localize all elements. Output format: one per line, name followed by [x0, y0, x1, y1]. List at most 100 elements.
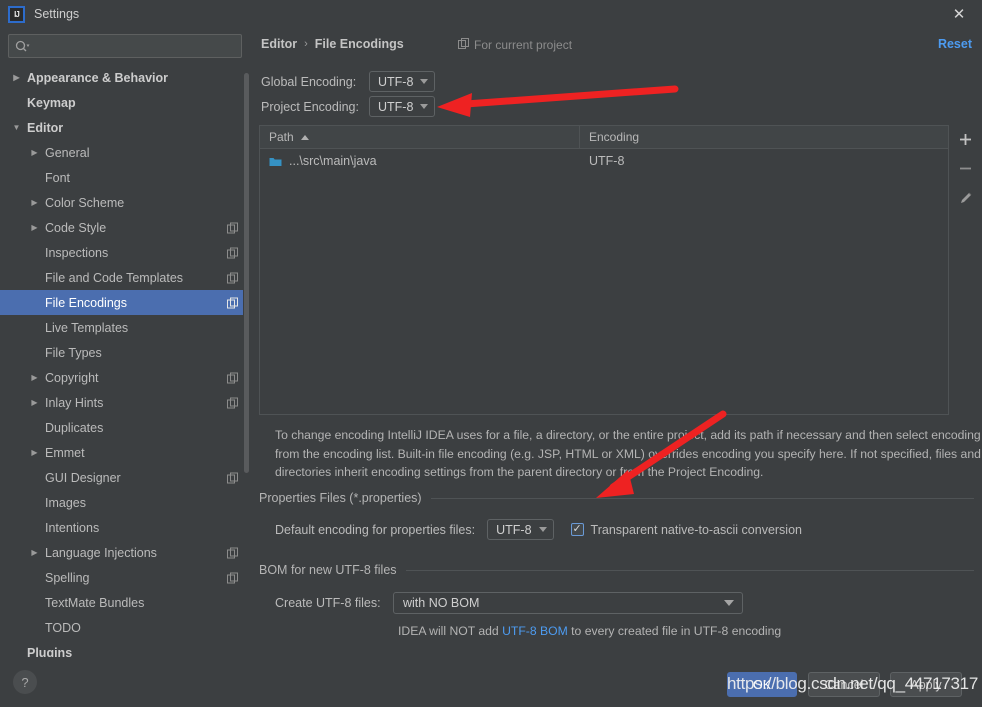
chevron-down-icon[interactable]: ▼: [10, 123, 23, 132]
sidebar-item-appearance-behavior[interactable]: ▶ Appearance & Behavior: [0, 65, 250, 90]
breadcrumb: Editor › File Encodings: [261, 37, 404, 51]
default-properties-encoding-label: Default encoding for properties files:: [275, 522, 476, 537]
create-utf8-files-label: Create UTF-8 files:: [275, 596, 381, 610]
sidebar-item-file-and-code-templates[interactable]: File and Code Templates: [0, 265, 250, 290]
sidebar-item-label: Language Injections: [45, 545, 157, 560]
sidebar-item-general[interactable]: ▶ General: [0, 140, 250, 165]
help-button[interactable]: ?: [13, 670, 37, 694]
project-scope-icon: [227, 222, 238, 233]
sidebar-item-inlay-hints[interactable]: ▶ Inlay Hints: [0, 390, 250, 415]
chevron-down-icon: [420, 79, 429, 84]
chevron-right-icon[interactable]: ▶: [28, 223, 41, 232]
sidebar-item-gui-designer[interactable]: GUI Designer: [0, 465, 250, 490]
sidebar-scrollbar-track[interactable]: [243, 65, 250, 657]
sidebar-item-file-types[interactable]: File Types: [0, 340, 250, 365]
sidebar-item-todo[interactable]: TODO: [0, 615, 250, 640]
sidebar-item-spelling[interactable]: Spelling: [0, 565, 250, 590]
edit-pencil-icon[interactable]: [949, 183, 982, 212]
add-row-button[interactable]: [949, 125, 982, 154]
transparent-native-to-ascii-checkbox[interactable]: ✓: [570, 523, 584, 536]
sidebar-item-images[interactable]: Images: [0, 490, 250, 515]
sidebar-item-color-scheme[interactable]: ▶ Color Scheme: [0, 190, 250, 215]
default-properties-encoding-combo[interactable]: UTF-8: [487, 519, 554, 540]
sidebar-item-copyright[interactable]: ▶ Copyright: [0, 365, 250, 390]
project-scope-icon: [227, 572, 238, 583]
column-header-encoding[interactable]: Encoding: [580, 126, 948, 148]
logo-text: IJ: [14, 9, 20, 19]
project-encoding-combo[interactable]: UTF-8: [369, 96, 436, 117]
properties-files-section-title: Properties Files (*.properties): [259, 491, 422, 505]
table-header: Path Encoding: [260, 126, 948, 149]
transparent-native-to-ascii-label[interactable]: Transparent native-to-ascii conversion: [591, 523, 802, 537]
remove-row-button[interactable]: [949, 154, 982, 183]
table-row[interactable]: ...\src\main\java UTF-8: [260, 149, 948, 173]
chevron-right-icon[interactable]: ▶: [28, 373, 41, 382]
settings-dialog: IJ Settings ✕ ▶ Appearance & Behavior Keym…: [0, 0, 982, 707]
search-box[interactable]: [8, 34, 242, 58]
sidebar-item-label: Plugins: [27, 645, 73, 658]
sidebar-item-file-encodings[interactable]: File Encodings: [0, 290, 250, 315]
sidebar-item-font[interactable]: Font: [0, 165, 250, 190]
close-icon[interactable]: ✕: [936, 0, 982, 28]
project-scope-icon: [227, 472, 238, 483]
global-encoding-row: Global Encoding: UTF-8: [261, 71, 436, 92]
chevron-right-icon[interactable]: ▶: [28, 398, 41, 407]
bom-note-prefix: IDEA will NOT add: [398, 624, 503, 638]
for-current-project: For current project: [458, 38, 572, 52]
sidebar-item-label: File and Code Templates: [45, 270, 184, 285]
sidebar-item-language-injections[interactable]: ▶ Language Injections: [0, 540, 250, 565]
column-header-encoding-label: Encoding: [589, 130, 640, 144]
sidebar-item-code-style[interactable]: ▶ Code Style: [0, 215, 250, 240]
encodings-table: Path Encoding ...\src\main\java UTF-8: [259, 125, 949, 415]
chevron-right-icon[interactable]: ▶: [10, 73, 23, 82]
table-toolbar: [949, 125, 982, 415]
sidebar-item-live-templates[interactable]: Live Templates: [0, 315, 250, 340]
sidebar-item-label: GUI Designer: [45, 470, 121, 485]
sidebar-item-emmet[interactable]: ▶ Emmet: [0, 440, 250, 465]
description-text: To change encoding IntelliJ IDEA uses fo…: [275, 428, 981, 479]
sidebar-item-keymap[interactable]: Keymap: [0, 90, 250, 115]
sidebar-item-label: File Types: [45, 345, 102, 360]
chevron-down-icon: [420, 104, 429, 109]
search-container: [0, 28, 250, 58]
sidebar-item-label: Editor: [27, 120, 64, 135]
sort-ascending-icon: [300, 134, 309, 140]
chevron-right-icon[interactable]: ▶: [28, 548, 41, 557]
sidebar-item-textmate-bundles[interactable]: TextMate Bundles: [0, 590, 250, 615]
sidebar-scrollbar-thumb[interactable]: [244, 73, 249, 473]
search-input[interactable]: [30, 39, 235, 53]
cell-encoding[interactable]: UTF-8: [580, 154, 948, 168]
sidebar-item-label: Inspections: [45, 245, 109, 260]
check-icon: ✓: [572, 523, 582, 535]
create-utf8-files-combo[interactable]: with NO BOM: [393, 592, 743, 614]
breadcrumb-root[interactable]: Editor: [261, 37, 297, 51]
sidebar-item-label: Intentions: [45, 520, 100, 535]
cell-path: ...\src\main\java: [260, 154, 580, 168]
project-scope-icon: [227, 547, 238, 558]
project-encoding-row: Project Encoding: UTF-8: [261, 96, 436, 117]
sidebar-item-plugins[interactable]: Plugins: [0, 640, 250, 658]
sidebar-item-editor[interactable]: ▼ Editor: [0, 115, 250, 140]
chevron-down-icon: [538, 527, 547, 532]
sidebar-item-intentions[interactable]: Intentions: [0, 515, 250, 540]
sidebar-item-label: Spelling: [45, 570, 90, 585]
section-divider: [430, 497, 974, 499]
project-scope-icon: [227, 272, 238, 283]
sidebar-item-label: Font: [45, 170, 71, 185]
bom-note-suffix: to every created file in UTF-8 encoding: [567, 624, 782, 638]
sidebar-item-label: Color Scheme: [45, 195, 125, 210]
reset-link[interactable]: Reset: [938, 37, 972, 51]
chevron-right-icon[interactable]: ▶: [28, 148, 41, 157]
project-scope-icon: [227, 247, 238, 258]
create-utf8-files-row: Create UTF-8 files: with NO BOM: [275, 592, 743, 614]
sidebar-item-label: Keymap: [27, 95, 76, 110]
global-encoding-combo[interactable]: UTF-8: [369, 71, 436, 92]
sidebar-item-label: TODO: [45, 620, 81, 635]
window-title: Settings: [34, 7, 80, 21]
project-scope-icon: [227, 297, 238, 308]
chevron-right-icon[interactable]: ▶: [28, 198, 41, 207]
column-header-path[interactable]: Path: [260, 126, 580, 148]
sidebar-item-duplicates[interactable]: Duplicates: [0, 415, 250, 440]
sidebar-item-inspections[interactable]: Inspections: [0, 240, 250, 265]
chevron-right-icon[interactable]: ▶: [28, 448, 41, 457]
